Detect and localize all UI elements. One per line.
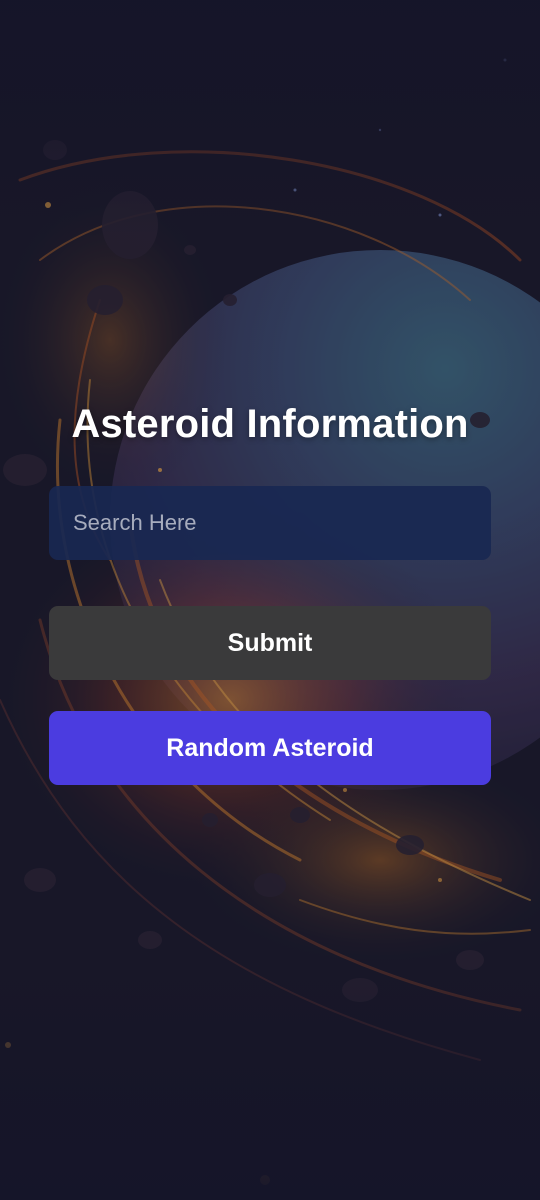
app-screen: Asteroid Information Submit Random Aster… (0, 0, 540, 1200)
search-input[interactable] (49, 486, 491, 560)
page-title: Asteroid Information (71, 402, 469, 446)
submit-button[interactable]: Submit (49, 606, 491, 680)
main-content: Asteroid Information Submit Random Aster… (0, 0, 540, 1200)
random-asteroid-button[interactable]: Random Asteroid (49, 711, 491, 785)
